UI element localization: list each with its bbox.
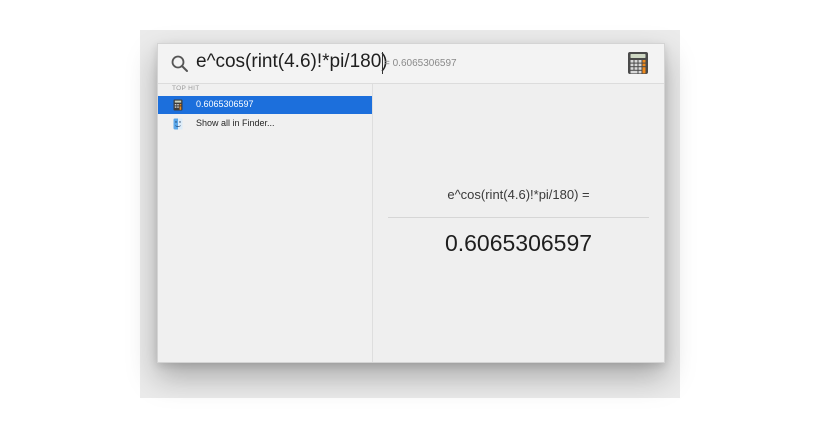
calculator-icon [628, 52, 648, 74]
search-icon [171, 55, 188, 72]
result-item-label: 0.6065306597 [196, 99, 254, 109]
calculator-icon [173, 99, 183, 111]
finder-icon [173, 118, 183, 130]
preview-result: 0.6065306597 [444, 230, 593, 256]
spotlight-window: e^cos(rint(4.6)!*pi/180) = 0.6065306597 … [157, 43, 665, 363]
preview-divider [388, 217, 649, 218]
result-item-calculation[interactable]: 0.6065306597 [158, 96, 372, 114]
inline-result: = 0.6065306597 [384, 58, 457, 69]
result-item-show-all-in-finder[interactable]: Show all in Finder... [158, 115, 372, 133]
preview-expression: e^cos(rint(4.6)!*pi/180) = [447, 187, 590, 202]
section-label-top-hit: TOP HIT [172, 85, 200, 92]
preview-pane: e^cos(rint(4.6)!*pi/180) = 0.6065306597 [373, 84, 664, 362]
text-cursor [382, 52, 383, 74]
search-input[interactable]: e^cos(rint(4.6)!*pi/180) [196, 51, 388, 73]
search-bar[interactable]: e^cos(rint(4.6)!*pi/180) = 0.6065306597 [158, 44, 664, 84]
result-item-label: Show all in Finder... [196, 118, 275, 128]
results-list: TOP HIT 0.6065306597 Show all in Finder.… [158, 84, 373, 362]
